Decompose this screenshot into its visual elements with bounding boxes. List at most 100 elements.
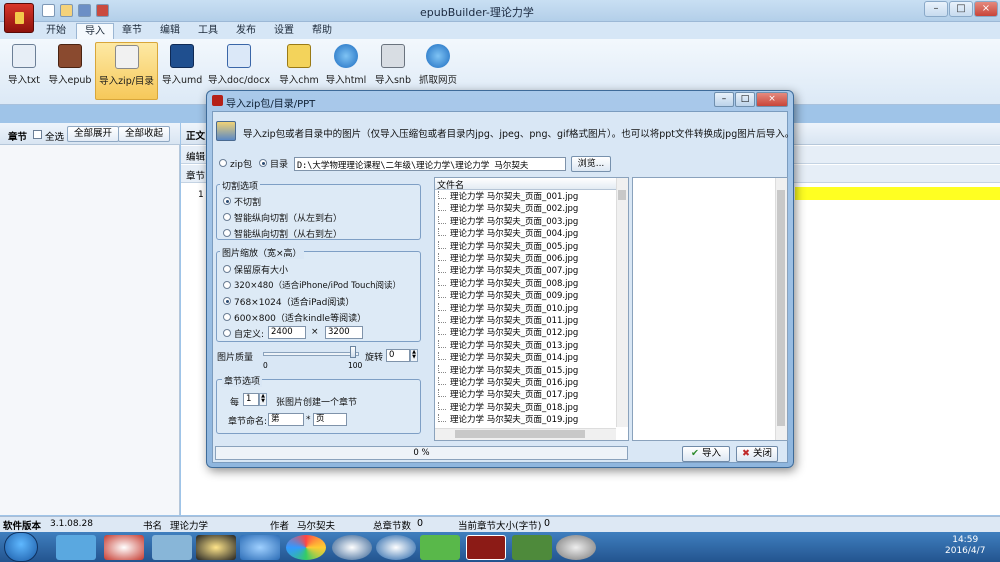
scale-ipad-radio[interactable] [223, 297, 231, 305]
file-list-item[interactable]: 理论力学 马尔契夫_页面_015.jpg [436, 364, 614, 377]
file-list-vscroll-thumb[interactable] [618, 190, 626, 200]
collapse-all-button[interactable]: 全部收起 [118, 126, 171, 142]
custom-width-input[interactable]: 2400 [268, 326, 306, 339]
file-list-item[interactable]: 理论力学 马尔契夫_页面_016.jpg [436, 377, 614, 389]
file-list-item[interactable]: 理论力学 马尔契夫_页面_014.jpg [436, 352, 614, 364]
import-txt-button[interactable]: 导入txt [6, 42, 42, 100]
file-list-item[interactable]: 理论力学 马尔契夫_页面_019.jpg [436, 414, 614, 426]
maximize-button[interactable]: □ [949, 1, 973, 17]
file-list-item[interactable]: 理论力学 马尔契夫_页面_005.jpg [436, 240, 614, 253]
file-list-item[interactable]: 理论力学 马尔契夫_页面_017.jpg [436, 389, 614, 401]
dialog-maximize-button[interactable]: □ [735, 92, 755, 107]
dialog-close-icon[interactable]: × [756, 92, 788, 107]
close-window-button[interactable]: × [974, 1, 998, 17]
cut-rtl-label: 智能纵向切割（从右到左） [234, 230, 343, 240]
open-folder-icon[interactable] [60, 4, 73, 17]
taskbar-media-icon[interactable] [332, 535, 372, 560]
file-list-vscrollbar[interactable] [616, 178, 628, 427]
chapter-prefix-input[interactable]: 第 [268, 413, 304, 426]
file-list-item[interactable]: 理论力学 马尔契夫_页面_006.jpg [436, 253, 614, 265]
file-list-item[interactable]: 理论力学 马尔契夫_页面_001.jpg [436, 191, 614, 203]
close-x-icon: ✖ [741, 448, 750, 459]
file-list-item[interactable]: 理论力学 马尔契夫_页面_002.jpg [436, 203, 614, 215]
new-file-icon[interactable] [42, 4, 55, 17]
cut-options-title: 切割选项 [220, 179, 261, 192]
taskbar-clock-icon[interactable] [556, 535, 596, 560]
quality-slider-thumb[interactable] [350, 346, 356, 358]
images-per-chapter-spinner[interactable]: ▲ ▼ [259, 393, 267, 406]
rotate-spinner[interactable]: ▲ ▼ [410, 349, 418, 362]
rotate-input[interactable]: 0 [386, 349, 410, 362]
edit-tab-label[interactable]: 编辑 [186, 149, 205, 163]
body-tab-label[interactable]: 正文 [186, 128, 205, 142]
import-button[interactable]: ✔ 导入 [682, 446, 730, 462]
book-icon[interactable] [96, 4, 109, 17]
tab-publish[interactable]: 发布 [228, 23, 264, 39]
scale-kindle-radio[interactable] [223, 313, 231, 321]
import-umd-button[interactable]: 导入umd [162, 42, 202, 100]
source-zip-radio[interactable] [219, 159, 227, 167]
tree-branch-icon [438, 327, 446, 336]
scale-iphone-radio[interactable] [223, 281, 231, 289]
file-list-item[interactable]: 理论力学 马尔契夫_页面_004.jpg [436, 228, 614, 240]
taskbar-browser-icon[interactable] [286, 535, 326, 560]
taskbar-app-icon[interactable] [240, 535, 280, 560]
taskbar-clover-icon[interactable] [420, 535, 460, 560]
scale-custom-radio[interactable] [223, 329, 231, 337]
tab-tools[interactable]: 工具 [190, 23, 226, 39]
chapter-suffix-input[interactable]: 页 [313, 413, 347, 426]
custom-height-input[interactable]: 3200 [325, 326, 363, 339]
tray-clock[interactable]: 14:59 2016/4/7 [945, 535, 985, 557]
taskbar-paint-icon[interactable] [56, 535, 96, 560]
app-logo-icon[interactable] [4, 3, 34, 33]
start-button-icon[interactable] [4, 532, 38, 562]
taskbar-player-icon[interactable] [376, 535, 416, 560]
check-icon: ✔ [690, 448, 699, 459]
file-list-hscroll-thumb[interactable] [455, 430, 585, 438]
file-name: 理论力学 马尔契夫_页面_011.jpg [450, 316, 579, 326]
taskbar-qq-icon[interactable] [196, 535, 236, 560]
file-list-item[interactable]: 理论力学 马尔契夫_页面_018.jpg [436, 401, 614, 414]
tab-edit[interactable]: 编辑 [152, 23, 188, 39]
browse-button[interactable]: 浏览... [571, 156, 611, 172]
tab-start[interactable]: 开始 [38, 23, 74, 39]
scale-original-radio[interactable] [223, 265, 231, 273]
tab-import[interactable]: 导入 [76, 23, 114, 39]
file-list-item[interactable]: 理论力学 马尔契夫_页面_013.jpg [436, 339, 614, 352]
taskbar-epubbuilder-icon[interactable] [466, 535, 506, 560]
file-list-item[interactable]: 理论力学 马尔契夫_页面_009.jpg [436, 290, 614, 302]
snb-icon [381, 44, 405, 68]
close-button[interactable]: ✖ 关闭 [736, 446, 778, 462]
tab-help[interactable]: 帮助 [304, 23, 340, 39]
import-html-label: 导入html [325, 75, 367, 86]
save-icon[interactable] [78, 4, 91, 17]
tab-settings[interactable]: 设置 [266, 23, 302, 39]
taskbar-terminal-icon[interactable] [512, 535, 552, 560]
expand-all-button[interactable]: 全部展开 [67, 126, 120, 142]
cut-ltr-radio[interactable] [223, 213, 231, 221]
file-name: 理论力学 马尔契夫_页面_016.jpg [450, 378, 579, 388]
file-list-item[interactable]: 理论力学 马尔契夫_页面_003.jpg [436, 215, 614, 228]
file-list-item[interactable]: 理论力学 马尔契夫_页面_012.jpg [436, 327, 614, 339]
preview-vscroll-thumb[interactable] [777, 190, 785, 426]
file-list-item[interactable]: 理论力学 马尔契夫_页面_007.jpg [436, 265, 614, 277]
cut-none-radio[interactable] [223, 197, 231, 205]
import-epub-button[interactable]: 导入epub [48, 42, 92, 100]
file-list-item[interactable]: 理论力学 马尔契夫_页面_011.jpg [436, 315, 614, 327]
taskbar-netease-icon[interactable] [104, 535, 144, 560]
file-list-header[interactable]: 文件名 [435, 178, 616, 191]
cut-rtl-radio[interactable] [223, 229, 231, 237]
file-list-item[interactable]: 理论力学 马尔契夫_页面_010.jpg [436, 302, 614, 315]
select-all-checkbox[interactable] [33, 130, 42, 139]
minimize-button[interactable]: – [924, 1, 948, 17]
tab-chapter[interactable]: 章节 [114, 23, 150, 39]
file-list-item[interactable]: 理论力学 马尔契夫_页面_008.jpg [436, 277, 614, 290]
import-zip-button[interactable]: 导入zip/目录 [95, 42, 158, 100]
taskbar-notepad-icon[interactable] [152, 535, 192, 560]
source-dir-radio[interactable] [259, 159, 267, 167]
dialog-minimize-button[interactable]: – [714, 92, 734, 107]
path-input[interactable]: D:\大学物理理论课程\二年级\理论力学\理论力学 马尔契夫 [294, 157, 566, 171]
images-per-chapter-input[interactable]: 1 [243, 393, 259, 406]
quality-slider-track[interactable] [263, 352, 359, 356]
version-label: 软件版本 [3, 521, 42, 532]
